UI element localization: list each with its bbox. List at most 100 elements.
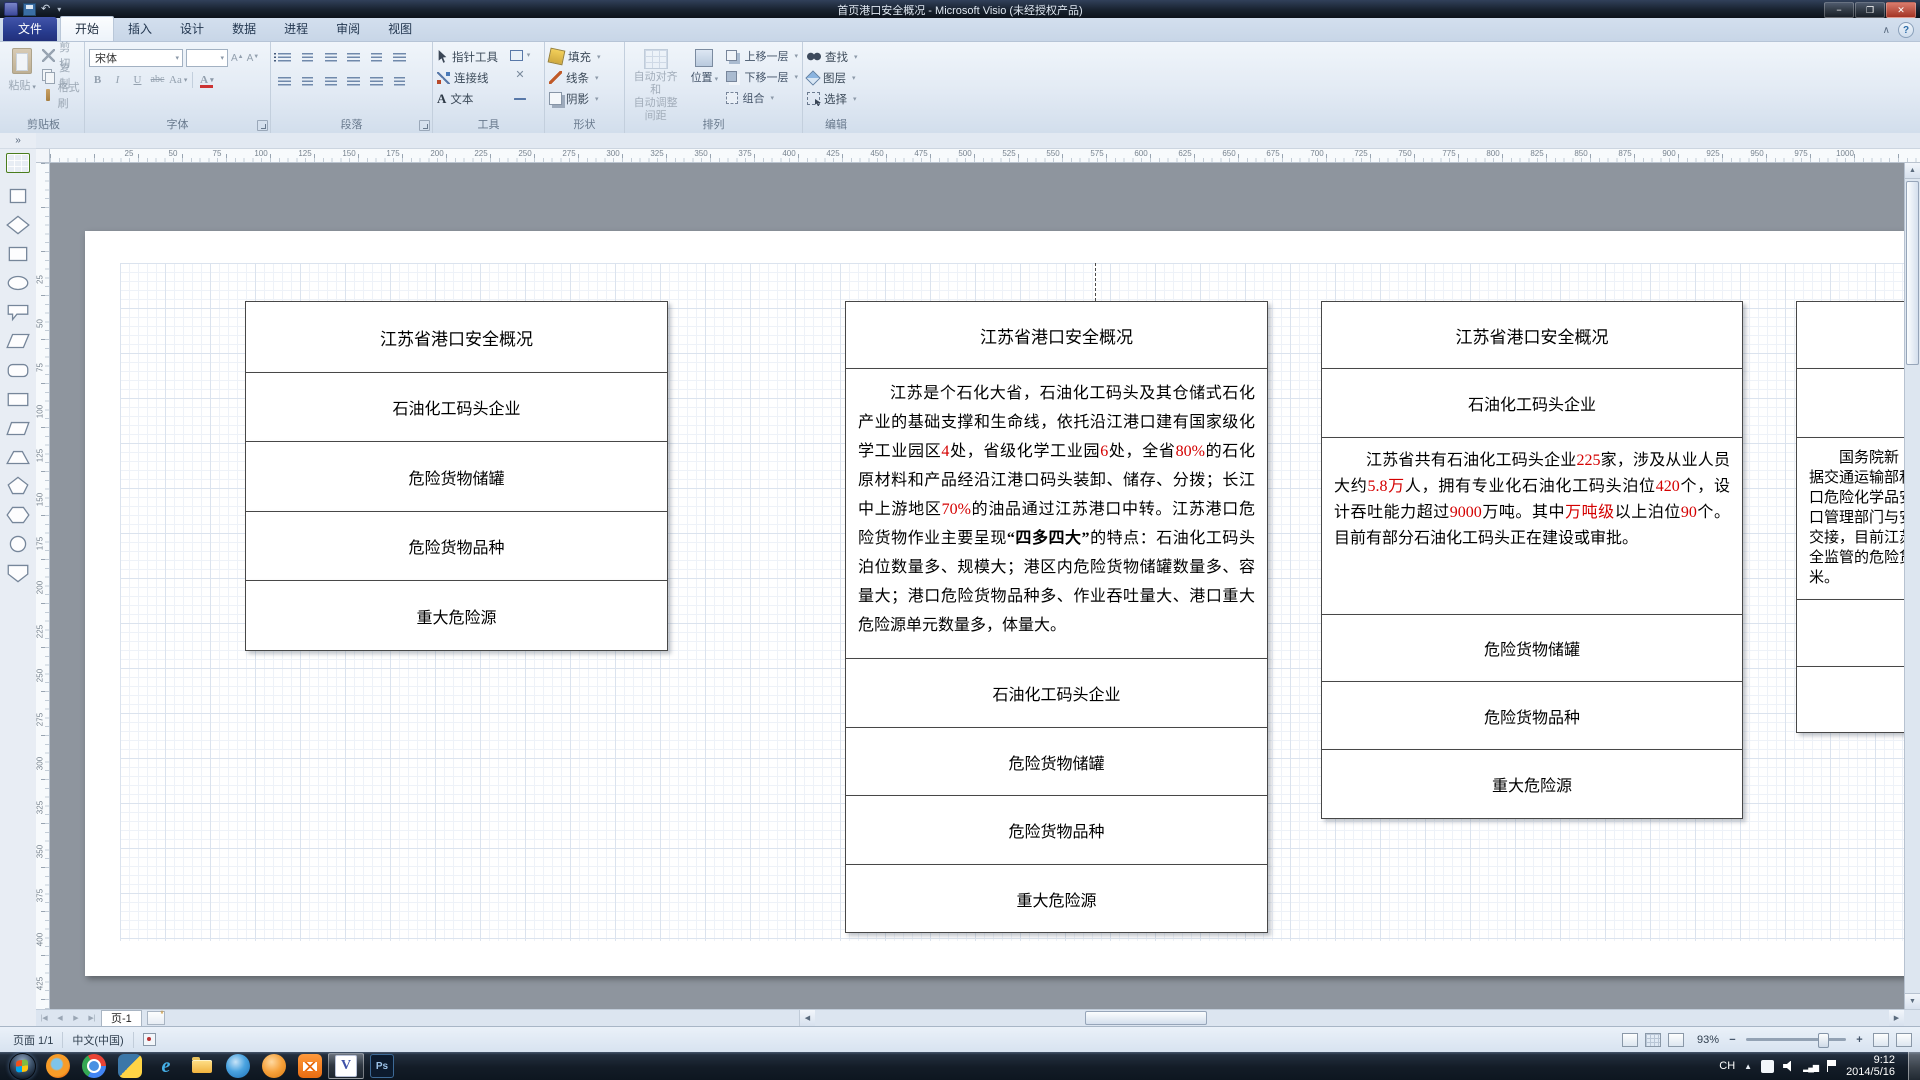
full-screen-icon[interactable] bbox=[1896, 1033, 1912, 1047]
tab-进程[interactable]: 进程 bbox=[270, 17, 322, 41]
align-right-button[interactable] bbox=[321, 73, 340, 91]
shape-circle-icon[interactable] bbox=[5, 533, 31, 555]
taskbar-blue-globe-button[interactable] bbox=[220, 1053, 256, 1079]
flow-shape-box[interactable]: 危险货物储罐 bbox=[245, 441, 668, 512]
align-top-button[interactable] bbox=[367, 49, 386, 67]
flow-shape-box[interactable]: 危险货物储罐 bbox=[1321, 614, 1743, 682]
zoom-in-button[interactable]: + bbox=[1853, 1034, 1866, 1046]
font-size-combo[interactable]: ▾ bbox=[186, 49, 228, 67]
previous-page-button[interactable]: ◀ bbox=[52, 1014, 68, 1022]
flow-shape-box[interactable]: 危险货物品种 bbox=[845, 795, 1268, 865]
distribute-button[interactable] bbox=[367, 73, 386, 91]
shape-callout-icon[interactable] bbox=[5, 301, 31, 323]
increase-indent-button[interactable] bbox=[321, 49, 340, 67]
zoom-slider-thumb[interactable] bbox=[1818, 1033, 1829, 1048]
flow-text-box[interactable]: 江苏是个石化大省，石油化工码头及其仓储式石化产业的基础支撑和生命线，依托沿江港口… bbox=[845, 368, 1268, 659]
taskbar-photoshop-button[interactable] bbox=[364, 1053, 400, 1079]
taskbar-python-button[interactable] bbox=[112, 1053, 148, 1079]
taskbar-start-orb-button[interactable] bbox=[4, 1053, 40, 1079]
tab-插入[interactable]: 插入 bbox=[114, 17, 166, 41]
insert-page-button[interactable] bbox=[147, 1011, 165, 1025]
shape-trapezoid-icon[interactable] bbox=[5, 446, 31, 468]
flow-shape-box[interactable] bbox=[1796, 666, 1904, 733]
first-page-button[interactable]: |◀ bbox=[36, 1014, 52, 1022]
taskbar-chrome-button[interactable] bbox=[76, 1053, 112, 1079]
scroll-up-icon[interactable]: ▲ bbox=[1905, 163, 1920, 179]
flow-text-box[interactable]: 江苏省共有石油化工码头企业225家，涉及从业人员大约5.8万人，拥有专业化石油化… bbox=[1321, 437, 1743, 615]
zoom-out-button[interactable]: − bbox=[1726, 1034, 1739, 1046]
shape-rounded-rect-icon[interactable] bbox=[5, 359, 31, 381]
horizontal-scroll-thumb[interactable] bbox=[1085, 1011, 1207, 1025]
flow-shape-box[interactable] bbox=[1796, 368, 1904, 438]
text-direction-button[interactable] bbox=[344, 49, 363, 67]
decrease-font-size-button[interactable]: A▼ bbox=[247, 53, 260, 64]
whole-page-view-icon[interactable] bbox=[1622, 1033, 1638, 1047]
flow-shape-box[interactable]: 江苏省港口安全概况 bbox=[845, 301, 1268, 369]
help-icon[interactable]: ? bbox=[1898, 22, 1914, 38]
connector-button[interactable]: 连接线 bbox=[437, 68, 498, 87]
align-left-button[interactable] bbox=[275, 73, 294, 91]
expand-shapes-panel-button[interactable]: » bbox=[0, 133, 36, 149]
flow-shape-box[interactable]: 江苏省港口安全概况 bbox=[1321, 301, 1743, 369]
hidden-icons-chevron-icon[interactable]: ▲ bbox=[1744, 1062, 1752, 1071]
taskbar-visio-button[interactable] bbox=[328, 1053, 364, 1079]
flow-shape-box[interactable]: 石油化工码头企业 bbox=[845, 658, 1268, 728]
taskbar-orange-globe-button[interactable] bbox=[256, 1053, 292, 1079]
vertical-scroll-thumb[interactable] bbox=[1906, 181, 1919, 365]
ime-language-indicator[interactable]: CH bbox=[1719, 1060, 1735, 1072]
scroll-left-icon[interactable]: ◀ bbox=[800, 1010, 815, 1026]
underline-button[interactable]: U bbox=[129, 71, 146, 88]
shape-shield-icon[interactable] bbox=[5, 562, 31, 584]
italic-button[interactable]: I bbox=[109, 71, 126, 88]
flow-shape-box[interactable]: 危险货物品种 bbox=[245, 511, 668, 581]
volume-icon[interactable] bbox=[1783, 1061, 1794, 1072]
page-tab[interactable]: 页-1 bbox=[101, 1010, 142, 1027]
maximize-button[interactable]: ❐ bbox=[1855, 2, 1885, 18]
font-name-combo[interactable]: 宋体▾ bbox=[89, 49, 183, 67]
layers-button[interactable]: 图层▾ bbox=[807, 68, 865, 87]
shape-square-icon[interactable] bbox=[5, 185, 31, 207]
zoom-level[interactable]: 93% bbox=[1691, 1034, 1719, 1046]
align-bottom-button[interactable] bbox=[390, 49, 409, 67]
shape-rect-icon[interactable] bbox=[5, 388, 31, 410]
drawing-page[interactable]: 江苏省港口安全概况石油化工码头企业危险货物储罐危险货物品种重大危险源 江苏省港口… bbox=[85, 231, 1904, 976]
decrease-indent-button[interactable] bbox=[298, 49, 317, 67]
show-desktop-button[interactable] bbox=[1908, 1052, 1920, 1080]
paste-button[interactable]: 粘贴▾ bbox=[7, 46, 37, 93]
flow-text-box[interactable]: 国务院新《据交通运输部和口危险化学品安口管理部门与安交接，目前江苏全监管的危险货… bbox=[1796, 437, 1904, 600]
flow-shape-box[interactable]: 石油化工码头企业 bbox=[1321, 368, 1743, 438]
shape-bold-rect-icon[interactable] bbox=[5, 243, 31, 265]
format-painter-button[interactable]: 格式刷 bbox=[42, 86, 80, 104]
flow-shape-box[interactable]: 重大危险源 bbox=[845, 864, 1268, 933]
bullets-button[interactable] bbox=[275, 49, 294, 67]
shape-hexagon-icon[interactable] bbox=[5, 504, 31, 526]
switch-windows-icon[interactable] bbox=[1668, 1033, 1684, 1047]
taskbar-internet-explorer-button[interactable] bbox=[148, 1053, 184, 1079]
tab-开始[interactable]: 开始 bbox=[60, 16, 114, 41]
select-button[interactable]: 选择▾ bbox=[807, 89, 865, 108]
last-page-button[interactable]: ▶| bbox=[84, 1014, 100, 1022]
flow-shape-box[interactable]: 危险货物储罐 bbox=[845, 727, 1268, 796]
line-button[interactable]: 线条▾ bbox=[549, 68, 620, 87]
pointer-tool-button[interactable]: 指针工具 bbox=[437, 47, 498, 66]
flow-shape-box[interactable]: 重大危险源 bbox=[245, 580, 668, 651]
horizontal-scrollbar[interactable]: ◀ ▶ bbox=[799, 1010, 1904, 1026]
group-button[interactable]: 组合▾ bbox=[726, 88, 798, 107]
tab-设计[interactable]: 设计 bbox=[166, 17, 218, 41]
fit-page-to-window-icon[interactable] bbox=[1873, 1033, 1889, 1047]
canvas[interactable]: 江苏省港口安全概况石油化工码头企业危险货物储罐危险货物品种重大危险源 江苏省港口… bbox=[50, 163, 1904, 1009]
page-indicator[interactable]: 页面 1/1 bbox=[4, 1032, 62, 1048]
macro-record-button[interactable] bbox=[134, 1033, 165, 1046]
fill-button[interactable]: 填充▾ bbox=[549, 47, 620, 66]
freeform-tool-button[interactable] bbox=[507, 86, 533, 104]
line-spacing-button[interactable] bbox=[390, 73, 409, 91]
shape-diamond-icon[interactable] bbox=[5, 214, 31, 236]
next-page-button[interactable]: ▶ bbox=[68, 1014, 84, 1022]
taskbar-mail-button[interactable] bbox=[292, 1053, 328, 1079]
flow-shape-box[interactable] bbox=[1796, 301, 1904, 369]
minimize-ribbon-icon[interactable]: ∧ bbox=[1883, 25, 1890, 36]
find-button[interactable]: 查找▾ bbox=[807, 47, 865, 66]
bring-forward-button[interactable]: 上移一层▾ bbox=[726, 46, 798, 65]
rectangle-tool-button[interactable]: ▾ bbox=[507, 46, 533, 64]
change-case-button[interactable]: Aa▾ bbox=[169, 71, 187, 88]
